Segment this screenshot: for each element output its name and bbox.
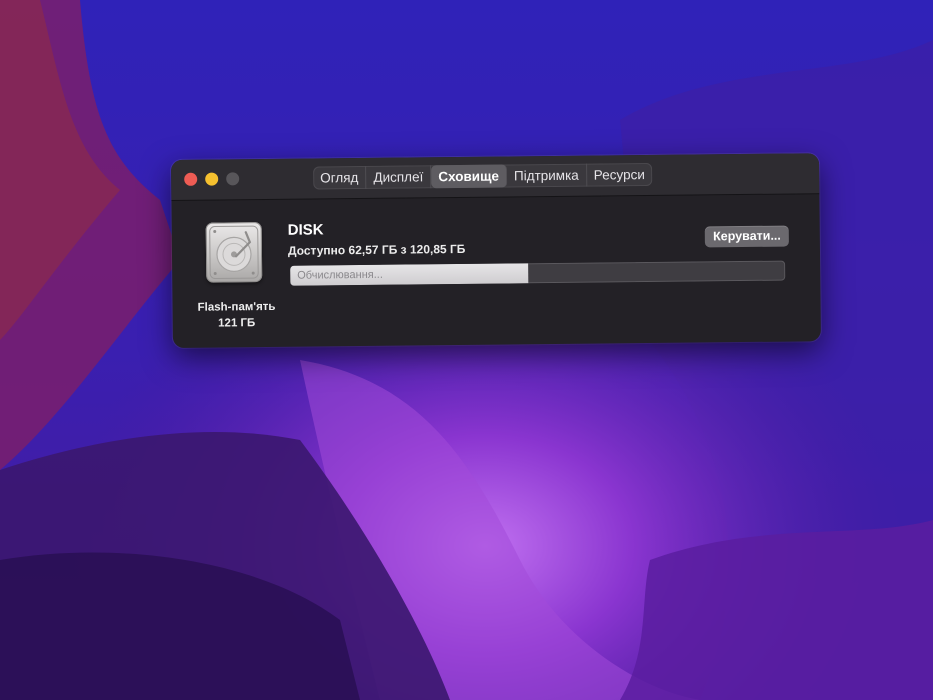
storage-panel: Flash-пам'ять 121 ГБ DISK Доступно 62,57… xyxy=(171,194,821,348)
zoom-button[interactable] xyxy=(226,172,240,186)
internal-drive-icon xyxy=(205,222,263,283)
drive-label: Flash-пам'ять 121 ГБ xyxy=(182,299,290,332)
tab-storage[interactable]: Сховище xyxy=(431,164,508,189)
calculating-status: Обчислювання... xyxy=(297,268,383,282)
tab-resources[interactable]: Ресурси xyxy=(587,163,652,187)
title-bar: Огляд Дисплеї Сховище Підтримка Ресурси xyxy=(171,153,820,201)
desktop: Огляд Дисплеї Сховище Підтримка Ресурси xyxy=(0,0,933,700)
drive-type: Flash-пам'ять xyxy=(197,300,276,314)
drive-capacity: 121 ГБ xyxy=(218,317,256,330)
tab-overview[interactable]: Огляд xyxy=(313,165,367,190)
tab-support[interactable]: Підтримка xyxy=(506,163,587,188)
tab-bar: Огляд Дисплеї Сховище Підтримка Ресурси xyxy=(313,162,652,190)
wallpaper xyxy=(0,0,933,700)
close-button[interactable] xyxy=(184,172,198,186)
about-this-mac-window: Огляд Дисплеї Сховище Підтримка Ресурси xyxy=(171,153,821,348)
storage-usage-bar: Обчислювання... xyxy=(290,260,786,286)
manage-button[interactable]: Керувати... xyxy=(705,225,789,248)
minimize-button[interactable] xyxy=(205,172,219,186)
volume-name: DISK xyxy=(287,221,324,239)
available-space: Доступно 62,57 ГБ з 120,85 ГБ xyxy=(287,241,466,258)
tab-displays[interactable]: Дисплеї xyxy=(366,165,432,189)
